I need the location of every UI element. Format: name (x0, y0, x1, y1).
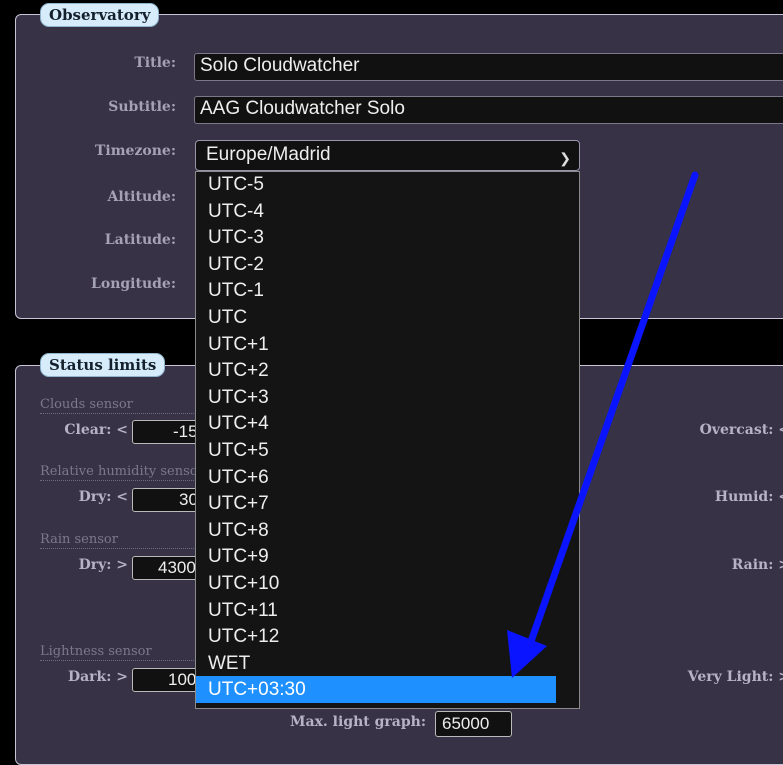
rain-label: Rain: > (731, 557, 783, 573)
timezone-option[interactable]: UTC+11 (196, 597, 556, 624)
timezone-option[interactable]: UTC+3 (196, 384, 556, 411)
subtitle-label: Subtitle: (108, 99, 176, 115)
timezone-select-value: Europe/Madrid (206, 144, 331, 165)
timezone-option[interactable]: UTC-5 (196, 172, 556, 198)
timezone-option[interactable]: UTC+03:30 (196, 676, 556, 704)
clouds-sensor-title: Clouds sensor (40, 397, 200, 414)
max-light-graph-input[interactable]: 65000 (435, 711, 512, 737)
timezone-option[interactable]: UTC+9 (196, 543, 556, 570)
overcast-label: Overcast: < (699, 422, 783, 438)
humidity-sensor-title: Relative humidity sensor (40, 464, 200, 481)
timezone-option[interactable]: UTC+7 (196, 490, 556, 517)
timezone-option[interactable]: UTC+4 (196, 410, 556, 437)
subtitle-input[interactable]: AAG Cloudwatcher Solo (194, 96, 783, 124)
timezone-option[interactable]: UTC+1 (196, 331, 556, 358)
chevron-down-icon: ❯ (559, 150, 571, 166)
rain-dry-label: Dry: > (78, 557, 128, 573)
title-label: Title: (134, 55, 176, 71)
timezone-option[interactable]: WET (196, 650, 556, 677)
timezone-option[interactable]: UTC-2 (196, 251, 556, 278)
timezone-option[interactable]: UTC-4 (196, 198, 556, 225)
timezone-option[interactable]: UTC+2 (196, 357, 556, 384)
humidity-dry-label: Dry: < (78, 489, 128, 505)
status-limits-legend: Status limits (40, 353, 166, 377)
timezone-option[interactable]: UTC+5 (196, 437, 556, 464)
timezone-select[interactable]: Europe/Madrid ❯ (195, 140, 580, 171)
latitude-label: Latitude: (104, 232, 176, 248)
timezone-option[interactable]: UTC+8 (196, 517, 556, 544)
rain-sensor-title: Rain sensor (40, 532, 200, 549)
timezone-option[interactable]: UTC-1 (196, 277, 556, 304)
clear-label: Clear: < (64, 422, 128, 438)
timezone-option[interactable]: UTC+10 (196, 570, 556, 597)
timezone-dropdown-list[interactable]: UTC-5 UTC-4 UTC-3 UTC-2 UTC-1 UTC UTC+1 UTC+2 UT… (195, 171, 580, 709)
timezone-option[interactable]: UTC+12 (196, 623, 556, 650)
humid-label: Humid: < (714, 489, 783, 505)
max-light-graph-label: Max. light graph: (290, 714, 426, 730)
timezone-option[interactable]: UTC-3 (196, 224, 556, 251)
timezone-label: Timezone: (95, 143, 176, 159)
timezone-option[interactable]: UTC (196, 304, 556, 331)
lightness-sensor-title: Lightness sensor (40, 644, 200, 661)
timezone-option[interactable]: UTC+6 (196, 464, 556, 491)
very-light-label: Very Light: > (687, 669, 783, 685)
observatory-legend: Observatory (40, 3, 160, 27)
title-input[interactable]: Solo Cloudwatcher (194, 53, 783, 81)
altitude-label: Altitude: (107, 189, 176, 205)
dark-label: Dark: > (67, 669, 128, 685)
longitude-label: Longitude: (91, 276, 176, 292)
